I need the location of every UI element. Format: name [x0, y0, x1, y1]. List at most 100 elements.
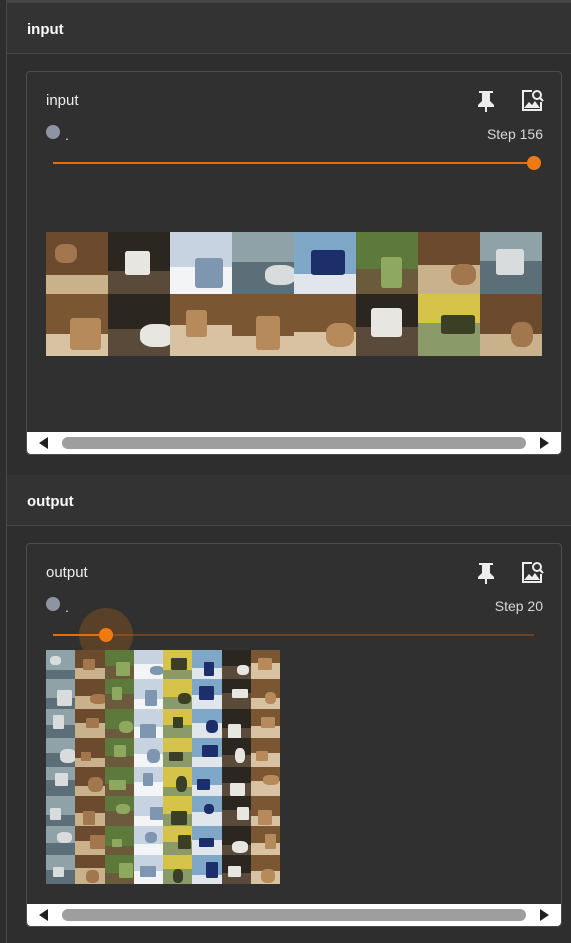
- arrow-left-icon[interactable]: [39, 909, 48, 921]
- expand-image-icon[interactable]: [519, 88, 545, 114]
- image-thumbnail: [250, 854, 280, 884]
- image-thumbnail: [163, 708, 193, 738]
- run-color-dot: [46, 597, 60, 611]
- image-thumbnail: [250, 767, 280, 797]
- image-grid-output: [46, 650, 280, 884]
- image-thumbnail: [163, 650, 193, 680]
- left-border-line: [6, 0, 7, 943]
- scrollbar-thumb[interactable]: [62, 437, 526, 449]
- step-label: Step 20: [494, 598, 543, 614]
- pin-icon[interactable]: [475, 561, 497, 585]
- image-thumbnail: [133, 737, 163, 767]
- image-thumbnail: [163, 767, 193, 797]
- arrow-right-icon[interactable]: [540, 437, 549, 449]
- image-thumbnail: [104, 767, 134, 797]
- image-thumbnail: [133, 767, 163, 797]
- image-thumbnail-ship: [294, 232, 356, 294]
- image-thumbnail: [46, 854, 76, 884]
- section-header-input[interactable]: input: [7, 3, 571, 54]
- card-title-input: input: [46, 92, 79, 109]
- section-header-output[interactable]: output: [7, 475, 571, 526]
- image-thumbnail: [250, 825, 280, 855]
- image-thumbnail: [221, 708, 251, 738]
- image-thumbnail: [192, 825, 222, 855]
- image-thumbnail: [104, 796, 134, 826]
- image-thumbnail: [221, 825, 251, 855]
- slider-thumb[interactable]: [527, 156, 541, 170]
- image-thumbnail: [163, 825, 193, 855]
- image-thumbnail: [163, 796, 193, 826]
- image-thumbnail: [133, 825, 163, 855]
- image-thumbnail: [250, 650, 280, 680]
- image-thumbnail: [104, 708, 134, 738]
- image-thumbnail: [133, 708, 163, 738]
- image-thumbnail: [250, 737, 280, 767]
- run-label: .: [65, 127, 69, 143]
- image-thumbnail-dog: [356, 294, 418, 356]
- image-thumbnail: [133, 650, 163, 680]
- image-thumbnail: [104, 825, 134, 855]
- image-thumbnail: [75, 767, 105, 797]
- image-thumbnail: [104, 854, 134, 884]
- image-thumbnail-cat: [46, 294, 108, 356]
- image-thumbnail-cat: [232, 294, 294, 356]
- run-color-dot: [46, 125, 60, 139]
- image-thumbnail-horse: [418, 232, 480, 294]
- image-thumbnail: [46, 737, 76, 767]
- expand-image-icon[interactable]: [519, 560, 545, 586]
- image-thumbnail: [250, 796, 280, 826]
- image-thumbnail-airplane: [232, 232, 294, 294]
- step-label: Step 156: [486, 126, 543, 142]
- image-thumbnail: [221, 854, 251, 884]
- image-thumbnail: [250, 708, 280, 738]
- image-thumbnail-deer: [356, 232, 418, 294]
- image-thumbnail: [192, 767, 222, 797]
- image-card-input: input . Step 156: [26, 71, 562, 455]
- image-thumbnail: [221, 767, 251, 797]
- image-thumbnail: [104, 679, 134, 709]
- image-thumbnail-automobile: [418, 294, 480, 356]
- image-thumbnail: [46, 825, 76, 855]
- step-slider[interactable]: [53, 608, 534, 662]
- image-thumbnail-airplane: [480, 232, 542, 294]
- image-thumbnail-dog: [108, 232, 170, 294]
- image-thumbnail: [104, 737, 134, 767]
- image-thumbnail: [75, 854, 105, 884]
- image-thumbnail: [46, 767, 76, 797]
- image-thumbnail: [221, 650, 251, 680]
- step-slider[interactable]: [53, 156, 541, 170]
- image-thumbnail-cat: [170, 294, 232, 356]
- image-thumbnail: [163, 737, 193, 767]
- image-thumbnail: [46, 650, 76, 680]
- arrow-right-icon[interactable]: [540, 909, 549, 921]
- image-card-output: output . Step 20: [26, 543, 562, 927]
- image-thumbnail: [46, 679, 76, 709]
- image-thumbnail: [75, 679, 105, 709]
- image-thumbnail-horse: [480, 294, 542, 356]
- pin-icon[interactable]: [475, 89, 497, 113]
- image-thumbnail: [75, 708, 105, 738]
- image-thumbnail: [75, 796, 105, 826]
- slider-thumb[interactable]: [98, 628, 113, 642]
- image-thumbnail: [192, 854, 222, 884]
- image-thumbnail: [221, 737, 251, 767]
- section-title-input: input: [27, 21, 64, 38]
- section-title-output: output: [27, 493, 74, 510]
- image-thumbnail-horse: [46, 232, 108, 294]
- image-thumbnail: [192, 796, 222, 826]
- image-thumbnail: [133, 679, 163, 709]
- image-thumbnail: [75, 737, 105, 767]
- horizontal-scrollbar[interactable]: [27, 904, 561, 926]
- image-thumbnail: [46, 796, 76, 826]
- image-thumbnail-cat: [294, 294, 356, 356]
- image-thumbnail: [75, 650, 105, 680]
- image-thumbnail: [192, 737, 222, 767]
- image-thumbnail: [104, 650, 134, 680]
- image-thumbnail: [192, 708, 222, 738]
- image-thumbnail-boat: [170, 232, 232, 294]
- image-thumbnail: [192, 650, 222, 680]
- horizontal-scrollbar[interactable]: [27, 432, 561, 454]
- arrow-left-icon[interactable]: [39, 437, 48, 449]
- scrollbar-thumb[interactable]: [62, 909, 526, 921]
- run-label: .: [65, 599, 69, 615]
